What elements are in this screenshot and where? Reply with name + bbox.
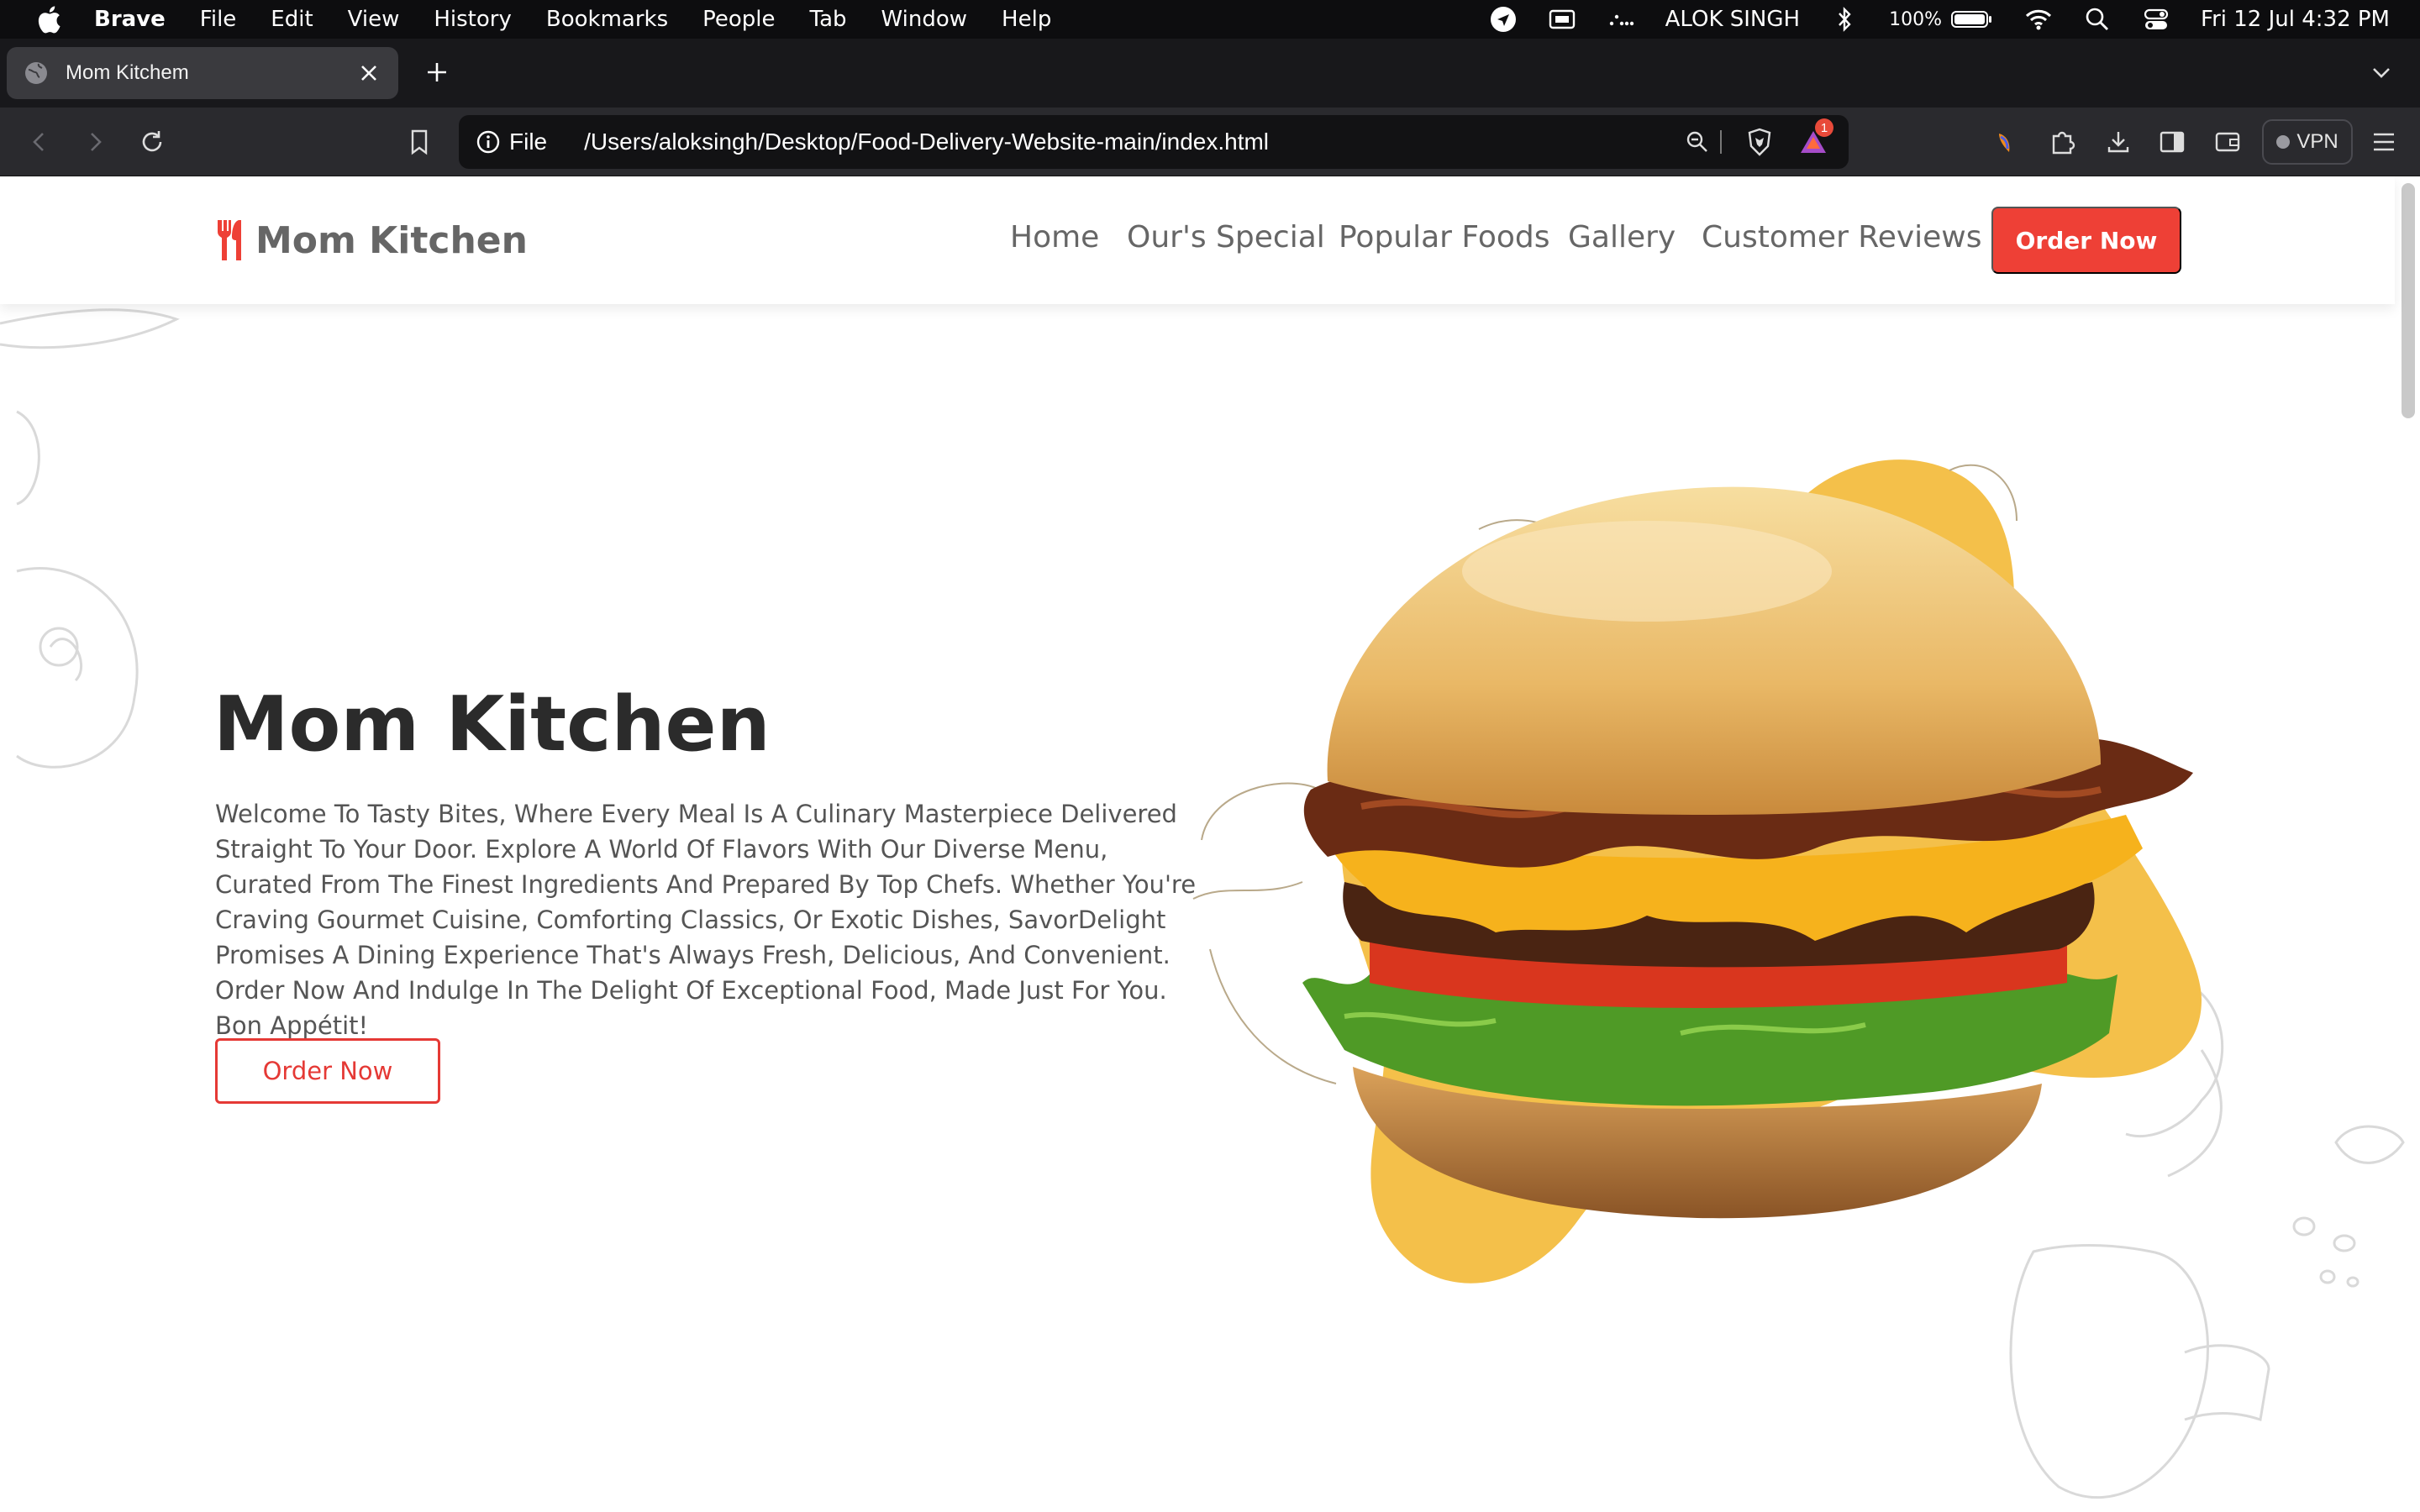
vpn-label: VPN — [2296, 130, 2338, 153]
clock[interactable]: Fri 12 Jul 4:32 PM — [2201, 7, 2390, 32]
close-tab-icon[interactable] — [355, 59, 383, 87]
menu-app-name[interactable]: Brave — [94, 7, 166, 32]
zoom-icon[interactable] — [1682, 127, 1712, 157]
address-bar[interactable]: File /Users/aloksingh/Desktop/Food-Deliv… — [459, 115, 1849, 169]
bluetooth-icon[interactable] — [1830, 5, 1859, 34]
brave-shields-icon[interactable] — [1744, 127, 1775, 157]
nav-home[interactable]: Home — [1010, 220, 1099, 255]
nav-customer-reviews[interactable]: Customer Reviews — [1702, 220, 1982, 255]
menu-people[interactable]: People — [702, 7, 775, 32]
rewards-badge: 1 — [1815, 118, 1833, 137]
menu-history[interactable]: History — [434, 7, 512, 32]
site-logo[interactable]: Mom Kitchen — [215, 218, 528, 262]
reload-button[interactable] — [134, 124, 170, 160]
browser-tab[interactable]: Mom Kitchem — [7, 47, 398, 99]
logo-text: Mom Kitchen — [255, 218, 528, 262]
menu-bookmarks[interactable]: Bookmarks — [546, 7, 668, 32]
hero-description: Welcome To Tasty Bites, Where Every Meal… — [215, 800, 1197, 1040]
screen-capture-icon[interactable] — [1548, 5, 1576, 34]
apple-menu-icon[interactable] — [32, 3, 66, 36]
vpn-button[interactable]: VPN — [2262, 119, 2353, 165]
menu-help[interactable]: Help — [1002, 7, 1051, 32]
battery-percent: 100% — [1889, 8, 1942, 30]
hero-order-now-button[interactable]: Order Now — [215, 1038, 440, 1104]
menu-file[interactable]: File — [200, 7, 237, 32]
vpn-status-icon — [2276, 135, 2291, 149]
macos-menu-bar: Brave File Edit View History Bookmarks P… — [0, 0, 2420, 39]
chevron-down-icon[interactable] — [2366, 57, 2396, 87]
spotlight-search-icon[interactable] — [2083, 5, 2112, 34]
globe-icon — [24, 60, 49, 86]
nav-gallery[interactable]: Gallery — [1568, 220, 1676, 255]
menu-window[interactable]: Window — [881, 7, 968, 32]
page-viewport: Mom Kitchen Home Our's Special Popular F… — [0, 176, 2420, 1512]
forward-button[interactable] — [77, 124, 113, 160]
wifi-icon[interactable] — [2024, 5, 2053, 34]
url-divider — [1719, 127, 1723, 157]
control-center-icon[interactable] — [2142, 5, 2170, 34]
menu-view[interactable]: View — [348, 7, 400, 32]
menu-tab[interactable]: Tab — [810, 7, 847, 32]
loading-dots-icon[interactable] — [1607, 5, 1635, 34]
hero-title: Mom Kitchen — [213, 680, 771, 769]
brave-rewards-icon[interactable]: 1 — [1798, 118, 1833, 157]
site-info-icon[interactable] — [476, 129, 501, 155]
url-scheme: File — [509, 129, 548, 155]
wallet-icon[interactable] — [2210, 124, 2245, 160]
sidebar-toggle-icon[interactable] — [2154, 124, 2190, 160]
battery-icon[interactable] — [1950, 5, 1994, 34]
url-path[interactable]: /Users/aloksingh/Desktop/Food-Delivery-W… — [584, 129, 1269, 155]
download-icon[interactable] — [2101, 124, 2136, 160]
tab-strip: Mom Kitchem — [0, 39, 2420, 108]
nav-ours-special[interactable]: Our's Special — [1127, 220, 1325, 255]
browser-toolbar: File /Users/aloksingh/Desktop/Food-Deliv… — [0, 108, 2420, 176]
leo-ai-icon[interactable] — [1988, 124, 2023, 160]
user-name[interactable]: ALOK SINGH — [1665, 7, 1800, 32]
hamburger-menu-icon[interactable] — [2366, 124, 2402, 160]
menu-edit[interactable]: Edit — [271, 7, 313, 32]
utensils-icon — [215, 218, 249, 262]
bookmark-icon[interactable] — [402, 124, 437, 160]
burger-hero-image — [1192, 459, 2202, 1284]
site-header: Mom Kitchen Home Our's Special Popular F… — [0, 176, 2395, 304]
header-order-now-button[interactable]: Order Now — [1991, 207, 2181, 274]
location-arrow-icon[interactable] — [1489, 5, 1518, 34]
back-button[interactable] — [22, 124, 57, 160]
page-scrollbar[interactable] — [2402, 183, 2415, 418]
new-tab-button[interactable] — [420, 55, 454, 89]
nav-popular-foods[interactable]: Popular Foods — [1339, 220, 1550, 255]
tab-title: Mom Kitchem — [66, 61, 189, 84]
extensions-icon[interactable] — [2045, 124, 2081, 160]
